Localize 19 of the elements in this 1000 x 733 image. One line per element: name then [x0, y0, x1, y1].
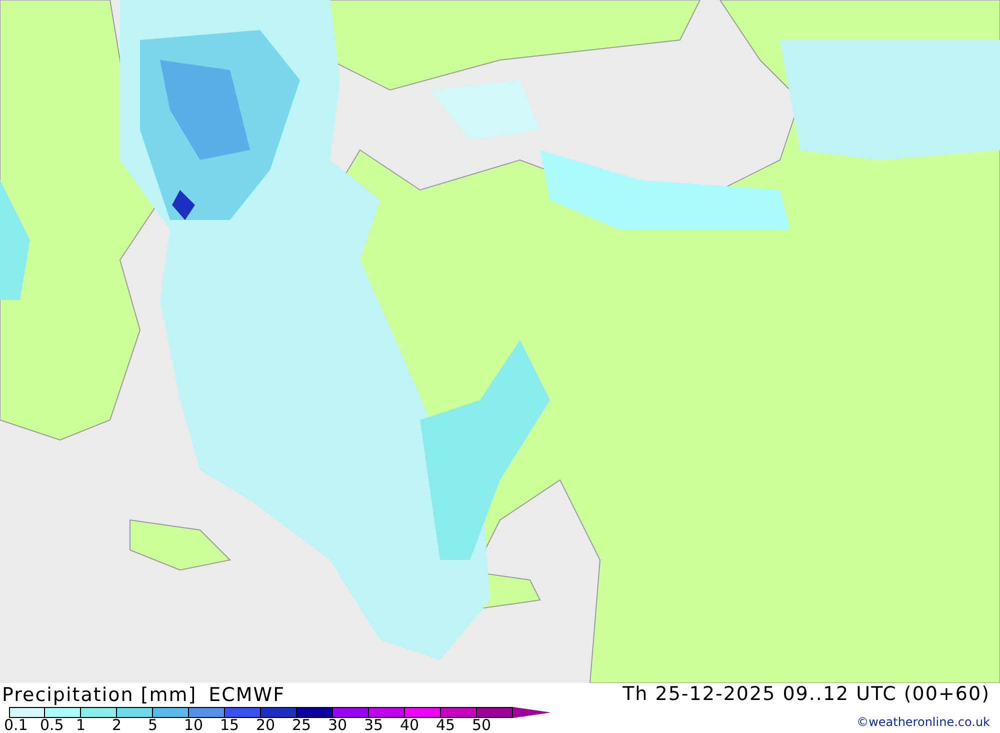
legend-tick-label: 50 [472, 718, 492, 733]
legend-tick-label: 30 [328, 718, 348, 733]
legend-tick-label: 45 [436, 718, 456, 733]
credit-link[interactable]: ©weatheronline.co.uk [856, 715, 990, 729]
legend-tick-label: 0.1 [4, 718, 29, 733]
legend-tick-label: 40 [400, 718, 420, 733]
legend-tick-label: 25 [292, 718, 312, 733]
model-name: ECMWF [208, 684, 286, 706]
legend-tick-label: 1 [76, 718, 87, 733]
legend-tick-label: 0.5 [40, 718, 65, 733]
legend-tick-label: 35 [364, 718, 384, 733]
legend-tick-label: 15 [220, 718, 240, 733]
legend-arrow-icon [513, 707, 551, 718]
legend-tick-label: 20 [256, 718, 276, 733]
valid-time: Th 25-12-2025 09..12 UTC (00+60) [622, 683, 990, 705]
map-title: Precipitation [mm] [2, 684, 197, 706]
legend-tick-label: 5 [148, 718, 159, 733]
legend-tick-label: 2 [112, 718, 123, 733]
legend-tick-label: 10 [184, 718, 204, 733]
